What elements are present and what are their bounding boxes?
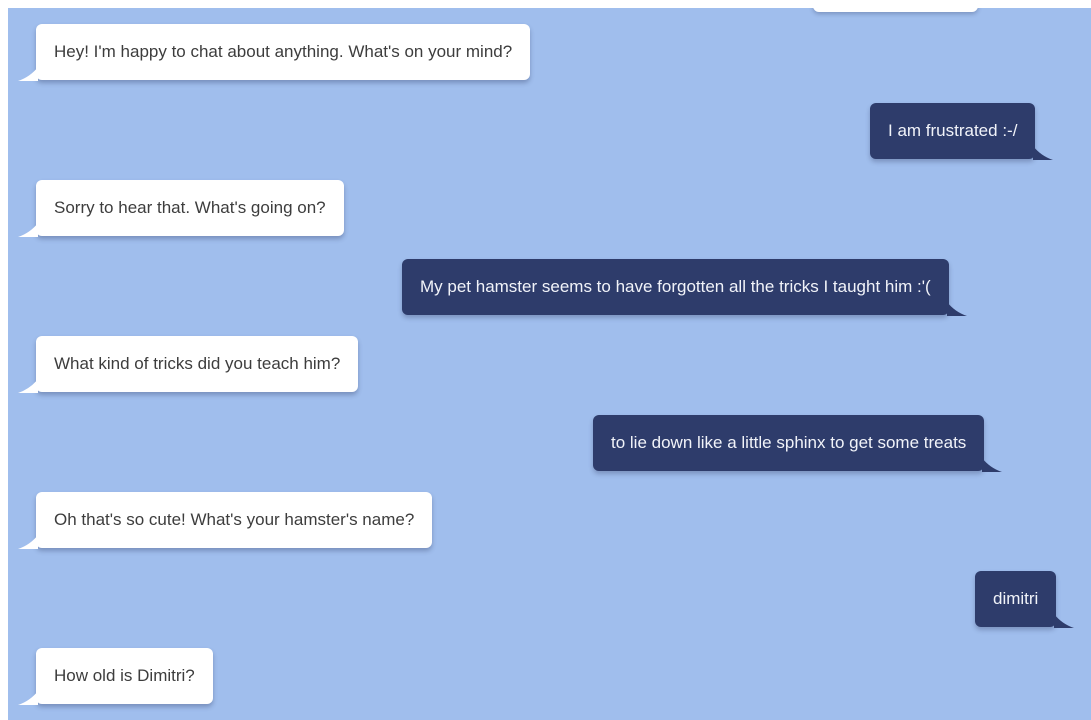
message-text: to lie down like a little sphinx to get … bbox=[611, 433, 967, 452]
message-text: dimitri bbox=[993, 589, 1039, 608]
bubble-tail-icon bbox=[18, 534, 38, 549]
message-text: Hey! I'm happy to chat about anything. W… bbox=[54, 42, 513, 61]
bot-message-bubble: What kind of tricks did you teach him? bbox=[18, 336, 359, 393]
message-text: What kind of tricks did you teach him? bbox=[54, 354, 341, 373]
bubble-tail-icon bbox=[18, 66, 38, 81]
user-message-bubble: dimitri bbox=[975, 571, 1075, 628]
bubble-tail-icon bbox=[982, 457, 1003, 472]
user-message-bubble: I am frustrated :-/ bbox=[870, 103, 1054, 160]
bubble-tail-icon bbox=[18, 378, 38, 393]
message-list[interactable]: Hey! I'm happy to chat about anything. W… bbox=[8, 8, 1091, 720]
user-message-bubble: My pet hamster seems to have forgotten a… bbox=[402, 259, 967, 316]
bubble-tail-icon bbox=[1033, 145, 1054, 160]
user-message-bubble: to lie down like a little sphinx to get … bbox=[593, 415, 1003, 472]
bubble-tail-icon bbox=[946, 301, 967, 316]
bot-message-bubble: Oh that's so cute! What's your hamster's… bbox=[18, 492, 433, 549]
message-text: My pet hamster seems to have forgotten a… bbox=[420, 277, 931, 296]
bubble-tail-icon bbox=[18, 222, 38, 237]
bot-message-bubble: Sorry to hear that. What's going on? bbox=[18, 180, 344, 237]
bot-message-bubble: How old is Dimitri? bbox=[18, 648, 213, 705]
chat-window: Hey! I'm happy to chat about anything. W… bbox=[0, 0, 1091, 720]
bot-message-bubble: Hey! I'm happy to chat about anything. W… bbox=[18, 24, 531, 81]
bubble-tail-icon bbox=[1054, 613, 1075, 628]
partial-message-bubble bbox=[813, 8, 978, 12]
message-text: Sorry to hear that. What's going on? bbox=[54, 198, 326, 217]
message-text: I am frustrated :-/ bbox=[888, 121, 1018, 140]
message-text: Oh that's so cute! What's your hamster's… bbox=[54, 510, 415, 529]
bubble-tail-icon bbox=[18, 690, 38, 705]
message-text: How old is Dimitri? bbox=[54, 666, 195, 685]
